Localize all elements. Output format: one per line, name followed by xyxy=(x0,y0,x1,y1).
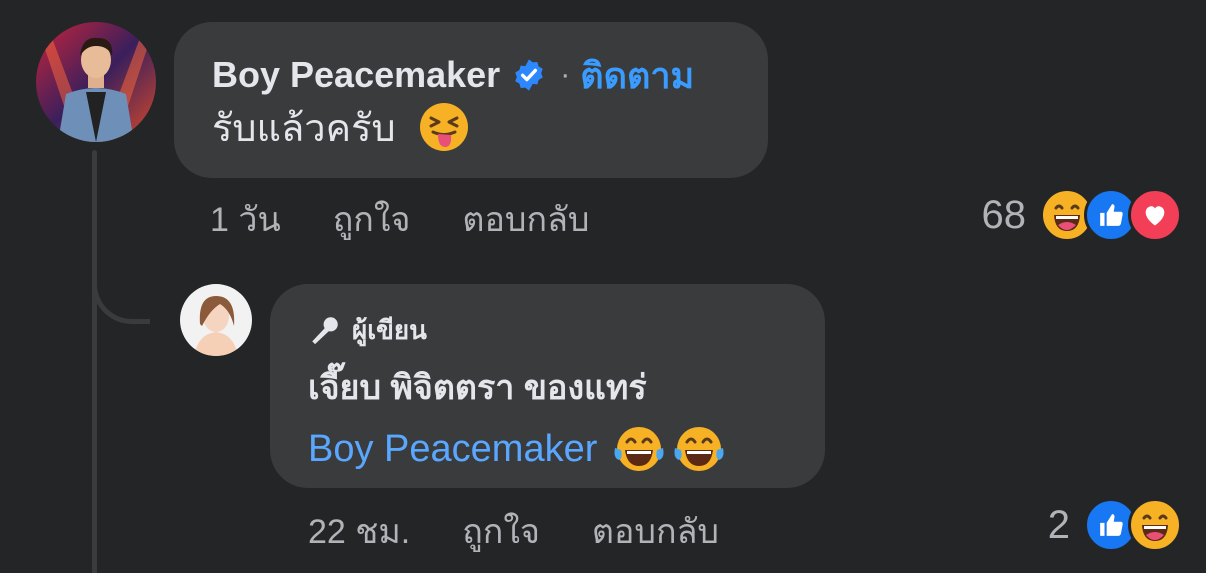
reply-connector xyxy=(92,270,150,324)
haha-icon xyxy=(1128,498,1182,552)
reply-bubble[interactable]: ผู้เขียน เจี๊ยบ พิจิตตรา ของแทร่ Boy Pea… xyxy=(270,284,825,488)
avatar-author[interactable] xyxy=(180,284,252,356)
author-badge: ผู้เขียน xyxy=(308,312,787,348)
reply-button[interactable]: ตอบกลับ xyxy=(462,192,589,246)
comment-text: รับแล้วครับ xyxy=(212,107,396,150)
reaction-count: 2 xyxy=(1047,502,1070,547)
mention-link[interactable]: Boy Peacemaker xyxy=(308,428,597,471)
love-icon xyxy=(1128,188,1182,242)
like-button[interactable]: ถูกใจ xyxy=(333,192,411,246)
reply-actions: 22 ชม. ถูกใจ ตอบกลับ xyxy=(308,504,771,558)
tears-of-joy-emoji-icon xyxy=(614,427,664,471)
squinting-tongue-emoji-icon xyxy=(419,103,468,151)
reply-time[interactable]: 22 ชม. xyxy=(308,504,410,558)
comment-time[interactable]: 1 วัน xyxy=(210,192,281,246)
reaction-count: 68 xyxy=(981,192,1027,237)
reaction-summary[interactable]: 68 xyxy=(981,188,1182,242)
microphone-icon xyxy=(312,317,338,345)
reaction-summary[interactable]: 2 xyxy=(1048,498,1182,552)
comment-author[interactable]: Boy Peacemaker xyxy=(212,54,500,96)
comment-actions: 1 วัน ถูกใจ ตอบกลับ xyxy=(210,192,642,246)
separator-dot: · xyxy=(560,58,571,91)
reply-button[interactable]: ตอบกลับ xyxy=(592,504,719,558)
verified-badge-icon xyxy=(515,59,543,91)
thread-line xyxy=(92,150,97,573)
avatar-boy-peacemaker[interactable] xyxy=(36,22,156,142)
comment-thread: Boy Peacemaker · ติดตาม รับแล้วครับ 1 วั… xyxy=(0,0,1206,573)
like-button[interactable]: ถูกใจ xyxy=(462,504,540,558)
author-badge-label: ผู้เขียน xyxy=(352,314,427,345)
reply-author[interactable]: เจี๊ยบ พิจิตตรา ของแทร่ xyxy=(308,360,787,414)
tears-of-joy-emoji-icon xyxy=(674,427,724,471)
follow-link[interactable]: ติดตาม xyxy=(580,47,694,104)
comment-bubble[interactable]: Boy Peacemaker · ติดตาม รับแล้วครับ xyxy=(174,22,768,178)
